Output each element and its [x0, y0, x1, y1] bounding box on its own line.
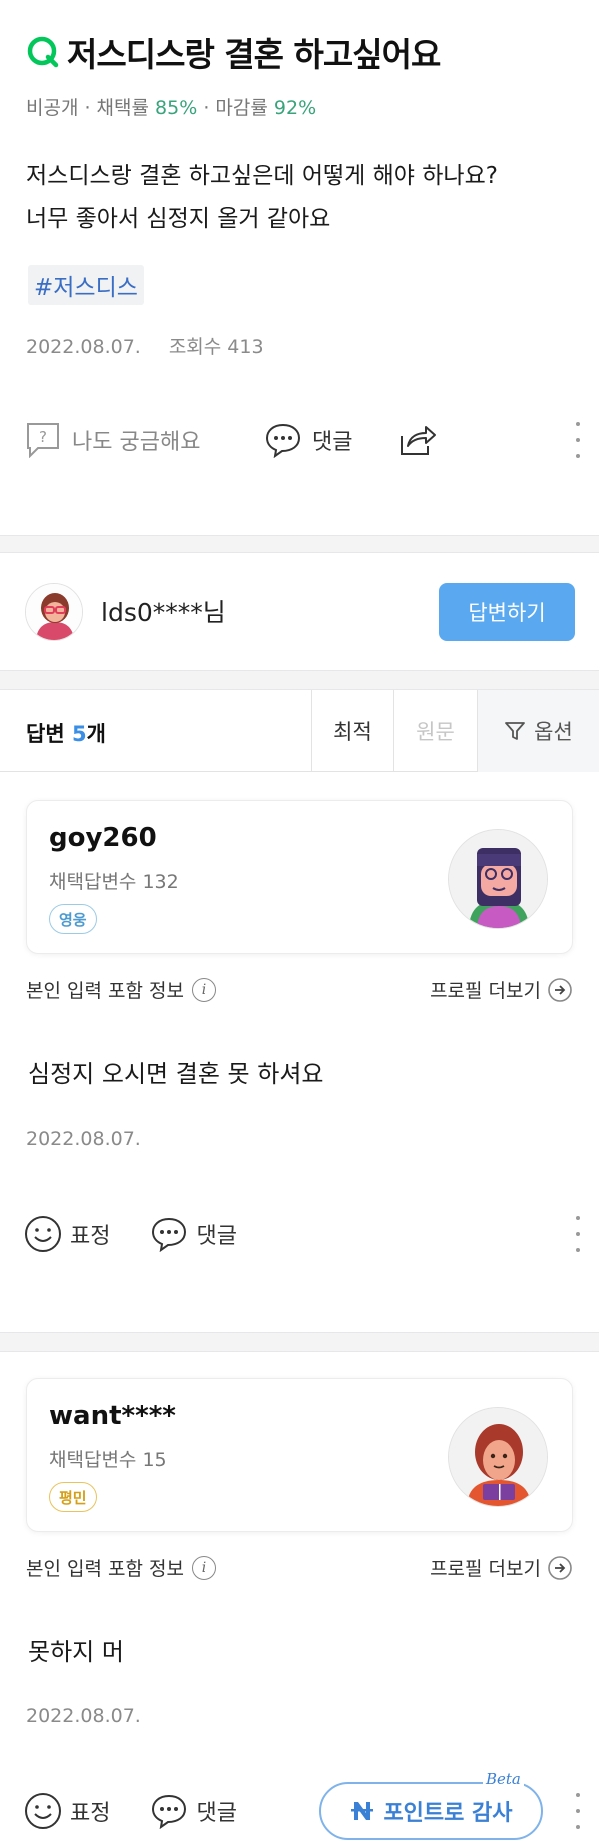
- answerer-profile-card[interactable]: goy260 채택답변수 132 영웅: [26, 800, 573, 954]
- arrow-right-circle-icon: [548, 977, 572, 1002]
- avatar-character-icon: [449, 830, 547, 928]
- answer-date: 2022.08.07.: [26, 1705, 141, 1727]
- write-answer-button[interactable]: 답변하기: [439, 583, 575, 641]
- question-date-row: 2022.08.07. 조회수 413: [26, 332, 264, 359]
- arrow-right-circle-icon: [548, 1555, 572, 1580]
- emotion-button[interactable]: 표정: [24, 1792, 110, 1830]
- more-options-icon[interactable]: [575, 1793, 581, 1829]
- section-divider: [0, 670, 599, 690]
- question-title-row: 저스디스랑 결혼 하고싶어요: [25, 28, 441, 76]
- section-divider: [0, 1332, 599, 1352]
- beta-label: Beta: [483, 1770, 524, 1788]
- question-actions: ? 나도 궁금해요 댓글: [26, 420, 581, 460]
- info-label: 본인 입력 포함 정보: [26, 1558, 184, 1580]
- share-icon: [401, 426, 436, 455]
- emotion-label: 표정: [70, 1801, 111, 1826]
- my-avatar: [25, 583, 83, 641]
- comment-bubble-icon: [152, 1217, 187, 1252]
- emotion-label: 표정: [70, 1224, 111, 1249]
- question-comment-button[interactable]: 댓글: [264, 422, 352, 458]
- answer-comment-button[interactable]: 댓글: [150, 1793, 237, 1829]
- answer-count: 답변 5개: [26, 718, 106, 748]
- answer-actions: 표정 댓글: [24, 1212, 581, 1256]
- avatar-character-icon: [26, 584, 82, 640]
- smile-icon: [25, 1793, 61, 1829]
- profile-more-label: 프로필 더보기: [430, 980, 541, 1002]
- hashtag-link[interactable]: #저스디스: [28, 265, 144, 305]
- smile-icon: [25, 1216, 61, 1252]
- comment-label: 댓글: [196, 1801, 237, 1826]
- adopted-count: 채택답변수 15: [49, 1449, 167, 1471]
- meta-prefix: 비공개 · 채택률: [26, 97, 156, 119]
- avatar-character-icon: [449, 1408, 547, 1506]
- adopt-rate: 85%: [155, 97, 198, 119]
- more-options-icon[interactable]: [575, 422, 581, 458]
- naver-point-icon: [351, 1802, 374, 1820]
- thanks-label: 포인트로 감사: [383, 1801, 513, 1826]
- question-meta: 비공개 · 채택률 85% · 마감률 92%: [26, 93, 316, 120]
- answer-tab-bar: 답변 5개 최적 원문 옵션: [0, 690, 599, 772]
- info-label: 본인 입력 포함 정보: [26, 980, 184, 1002]
- comment-bubble-icon: [152, 1794, 187, 1829]
- tab-option-label: 옵션: [534, 720, 573, 744]
- answer-count-prefix: 답변: [26, 722, 72, 746]
- svg-text:?: ?: [39, 428, 47, 446]
- question-title: 저스디스랑 결혼 하고싶어요: [67, 35, 441, 74]
- answerer-avatar: [448, 829, 548, 929]
- self-input-info[interactable]: 본인 입력 포함 정보 i: [26, 976, 216, 1003]
- rank-badge: 평민: [49, 1482, 97, 1512]
- more-options-icon[interactable]: [575, 1216, 581, 1252]
- curious-label: 나도 궁금해요: [72, 430, 201, 455]
- rank-badge: 영웅: [49, 904, 97, 934]
- answerer-name: want****: [49, 1401, 176, 1431]
- emotion-button[interactable]: 표정: [24, 1215, 110, 1253]
- meta-mid: · 마감률: [197, 97, 274, 119]
- question-q-icon: [27, 36, 59, 68]
- tab-original-label: 원문: [416, 720, 455, 744]
- curious-button[interactable]: ? 나도 궁금해요: [26, 422, 200, 458]
- thanks-with-points-button[interactable]: 포인트로 감사: [319, 1782, 543, 1840]
- answerer-name: goy260: [49, 823, 157, 853]
- tab-best-label: 최적: [333, 720, 372, 744]
- question-body: 저스디스랑 결혼 하고싶은데 어떻게 해야 하나요? 너무 좋아서 심정지 올거…: [26, 155, 586, 241]
- answer-text: 심정지 오시면 결혼 못 하셔요: [28, 1060, 324, 1088]
- info-icon: i: [191, 977, 216, 1002]
- answer-prompt-row: lds0****님 답변하기: [0, 553, 599, 670]
- filter-icon: [505, 722, 526, 740]
- question-body-line: 너무 좋아서 심정지 올거 같아요: [26, 206, 331, 232]
- section-divider: [0, 535, 599, 553]
- self-input-info[interactable]: 본인 입력 포함 정보 i: [26, 1554, 216, 1581]
- profile-more-label: 프로필 더보기: [430, 1558, 541, 1580]
- info-icon: i: [191, 1555, 216, 1580]
- tab-option[interactable]: 옵션: [477, 690, 599, 772]
- answer-info-row: 본인 입력 포함 정보 i 프로필 더보기: [26, 1552, 573, 1582]
- tab-original[interactable]: 원문: [393, 690, 477, 772]
- answer-count-number: 5: [71, 722, 87, 746]
- question-body-line: 저스디스랑 결혼 하고싶은데 어떻게 해야 하나요?: [26, 163, 498, 189]
- question-section: 저스디스랑 결혼 하고싶어요 비공개 · 채택률 85% · 마감률 92% 저…: [0, 0, 599, 535]
- view-count: 조회수 413: [168, 336, 264, 358]
- share-button[interactable]: [398, 422, 438, 458]
- comment-bubble-icon: [265, 423, 301, 458]
- profile-more-link[interactable]: 프로필 더보기: [430, 1554, 573, 1581]
- profile-more-link[interactable]: 프로필 더보기: [430, 976, 573, 1003]
- asker-name: lds0****님: [101, 598, 226, 627]
- answerer-avatar: [448, 1407, 548, 1507]
- question-mark-icon: ?: [27, 423, 59, 458]
- adopted-count: 채택답변수 132: [49, 871, 179, 893]
- answer-info-row: 본인 입력 포함 정보 i 프로필 더보기: [26, 974, 573, 1004]
- tab-best[interactable]: 최적: [311, 690, 393, 772]
- answer-date: 2022.08.07.: [26, 1128, 141, 1150]
- comment-label: 댓글: [312, 430, 353, 455]
- answer-text: 못하지 머: [28, 1638, 124, 1666]
- comment-label: 댓글: [196, 1224, 237, 1249]
- answer-comment-button[interactable]: 댓글: [150, 1216, 237, 1252]
- close-rate: 92%: [273, 97, 317, 119]
- answer-count-suffix: 개: [86, 722, 106, 746]
- answerer-profile-card[interactable]: want**** 채택답변수 15 평민: [26, 1378, 573, 1532]
- question-date: 2022.08.07.: [26, 336, 141, 358]
